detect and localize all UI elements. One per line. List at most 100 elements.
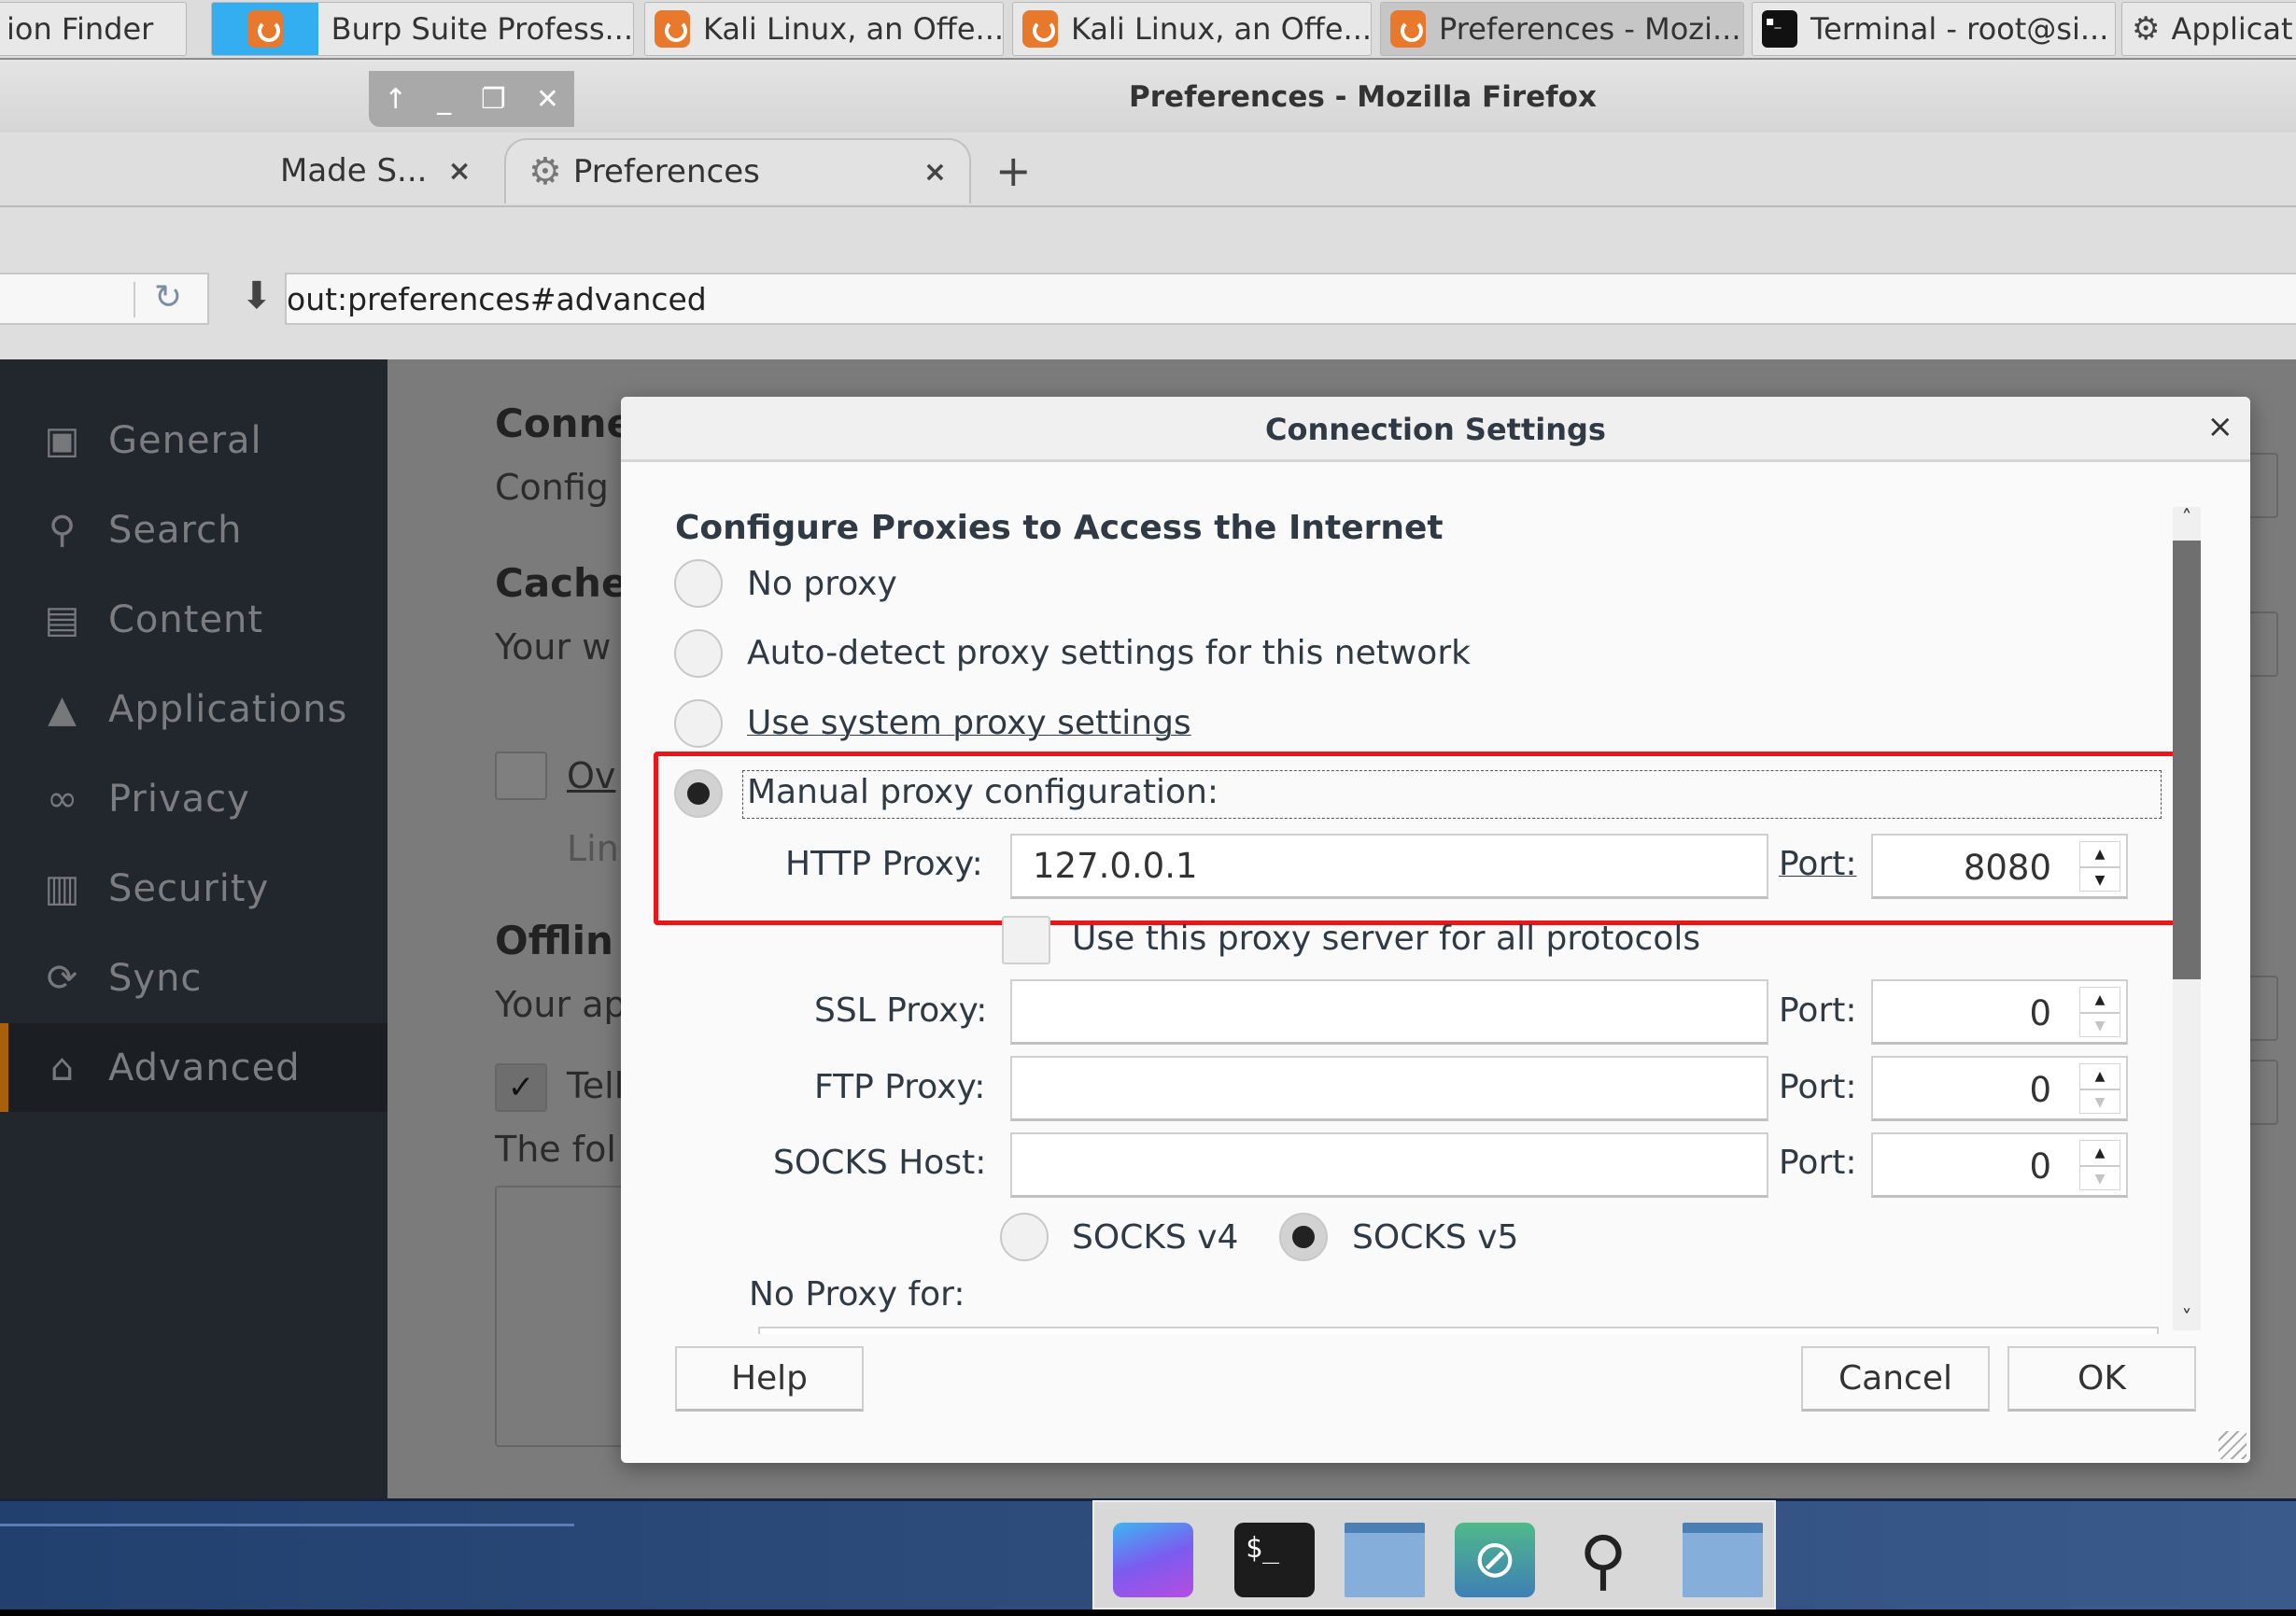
ok-button[interactable]: OK: [2007, 1346, 2196, 1412]
radio-label-auto-detect[interactable]: Auto-detect proxy settings for this netw…: [747, 634, 1471, 672]
general-icon: ▣: [44, 418, 81, 462]
radio-auto-detect[interactable]: [674, 629, 723, 678]
scrollbar-thumb[interactable]: [2173, 541, 2201, 979]
spin-down-icon[interactable]: ▼: [2080, 1089, 2120, 1115]
tab-preferences[interactable]: ⚙ Preferences ×: [504, 138, 971, 204]
ftp-port-spinner[interactable]: ▲ ▼: [2079, 1063, 2120, 1114]
folder-icon[interactable]: [1345, 1523, 1425, 1597]
sidebar-item-privacy[interactable]: ∞ Privacy: [0, 754, 387, 843]
ssl-port-value: 0: [2029, 993, 2051, 1033]
sidebar-item-label: Security: [108, 866, 270, 910]
taskbar-item-kali-2[interactable]: Kali Linux, an Offe...: [1012, 2, 1372, 56]
tab-made[interactable]: Made S... ×: [280, 138, 495, 204]
download-icon[interactable]: ⬇: [241, 274, 273, 317]
firefox-icon: [1390, 10, 1426, 48]
applications-icon: ▲: [48, 687, 77, 731]
dialog-close-icon[interactable]: ×: [2207, 408, 2234, 445]
proxy-heading: Configure Proxies to Access the Internet: [675, 509, 1444, 547]
divider: [134, 282, 135, 317]
scroll-up-icon[interactable]: ˄: [2173, 507, 2201, 530]
use-for-all-checkbox[interactable]: [1002, 916, 1050, 964]
sidebar-item-search[interactable]: ⚲ Search: [0, 485, 387, 574]
search-box[interactable]: ↻: [0, 273, 209, 325]
spin-up-icon[interactable]: ▲: [2080, 1064, 2120, 1089]
taskbar-item-burp[interactable]: Burp Suite Profess...: [211, 2, 634, 56]
cache-text: Your w: [495, 626, 612, 667]
taskbar-item-label: Preferences - Mozi...: [1439, 11, 1741, 47]
search-magnifier-icon[interactable]: ⚲: [1563, 1523, 1643, 1597]
resize-grip[interactable]: [2219, 1431, 2247, 1459]
sidebar-item-sync[interactable]: ⟳ Sync: [0, 934, 387, 1022]
radio-socks-v5[interactable]: [1279, 1213, 1328, 1261]
cache-heading: Cache: [495, 560, 628, 606]
help-button[interactable]: Help: [675, 1346, 864, 1412]
search-icon: ⚲: [48, 508, 77, 552]
url-input[interactable]: out:preferences#advanced: [285, 273, 2296, 325]
limit-label: Lin: [567, 828, 619, 869]
cancel-button[interactable]: Cancel: [1801, 1346, 1990, 1412]
taskbar-item-label: ion Finder: [7, 11, 154, 47]
privacy-mask-icon: ∞: [46, 777, 79, 821]
tell-checkbox[interactable]: ✓: [495, 1063, 547, 1112]
spin-up-icon[interactable]: ▲: [2080, 988, 2120, 1012]
socks-port-label: Port:: [1779, 1144, 1857, 1182]
firefox-icon: [1022, 10, 1058, 48]
tab-close-icon[interactable]: ×: [923, 156, 947, 189]
taskbar-item-finder[interactable]: ion Finder: [0, 2, 187, 56]
sidebar-item-label: Sync: [108, 956, 203, 1000]
sync-icon: ⟳: [46, 956, 79, 1000]
tab-label: Preferences: [572, 153, 760, 190]
ssl-proxy-input[interactable]: [1010, 979, 1768, 1045]
taskbar-item-applications[interactable]: ⚙ Applicat: [2121, 2, 2296, 56]
sidebar-item-label: Content: [108, 597, 264, 641]
ftp-port-label: Port:: [1779, 1068, 1857, 1106]
sidebar-item-advanced[interactable]: ⌂ Advanced: [0, 1023, 387, 1112]
ssl-port-input[interactable]: 0 ▲ ▼: [1871, 979, 2128, 1045]
spin-down-icon[interactable]: ▼: [2080, 1012, 2120, 1038]
spin-down-icon[interactable]: ▼: [2080, 1165, 2120, 1191]
connection-heading: Conne: [495, 400, 633, 446]
override-checkbox[interactable]: [495, 752, 547, 800]
socks-host-input[interactable]: [1010, 1132, 1768, 1198]
ssl-port-spinner[interactable]: ▲ ▼: [2079, 987, 2120, 1037]
dialog-scrollbar[interactable]: ˄ ˅: [2173, 507, 2201, 1330]
scroll-down-icon[interactable]: ˅: [2173, 1307, 2201, 1330]
sidebar-item-applications[interactable]: ▲ Applications: [0, 665, 387, 753]
ok-button-label: OK: [2078, 1359, 2126, 1398]
socks-port-input[interactable]: 0 ▲ ▼: [1871, 1132, 2128, 1198]
spin-up-icon[interactable]: ▲: [2080, 1141, 2120, 1165]
dock: $_ ⊘ ⚲: [1092, 1500, 1776, 1609]
taskbar-item-kali-1[interactable]: Kali Linux, an Offe...: [644, 2, 1004, 56]
radio-system-proxy[interactable]: [674, 699, 723, 748]
socks-port-spinner[interactable]: ▲ ▼: [2079, 1140, 2120, 1190]
sidebar-item-content[interactable]: ▤ Content: [0, 575, 387, 664]
radio-no-proxy[interactable]: [674, 559, 723, 608]
use-for-all-label[interactable]: Use this proxy server for all protocols: [1072, 920, 1700, 958]
socks-v5-label[interactable]: SOCKS v5: [1352, 1218, 1518, 1257]
tab-strip: Made S... × ⚙ Preferences × +: [0, 133, 2296, 207]
sidebar-item-label: Applications: [108, 687, 348, 731]
ftp-port-input[interactable]: 0 ▲ ▼: [1871, 1056, 2128, 1121]
tab-close-icon[interactable]: ×: [447, 155, 471, 188]
terminal-icon[interactable]: $_: [1234, 1523, 1315, 1597]
radio-label-no-proxy[interactable]: No proxy: [747, 565, 897, 603]
tab-label: Made S...: [280, 152, 428, 190]
ftp-proxy-input[interactable]: [1010, 1056, 1768, 1121]
desktop-icon[interactable]: [1113, 1523, 1193, 1597]
socks-v4-label[interactable]: SOCKS v4: [1072, 1218, 1238, 1257]
taskbar-item-label: Kali Linux, an Offe...: [703, 11, 1004, 47]
sidebar-item-general[interactable]: ▣ General: [0, 396, 387, 485]
taskbar-item-terminal[interactable]: ▪_ Terminal - root@si...: [1752, 2, 2116, 56]
socks-port-value: 0: [2029, 1146, 2051, 1187]
reload-icon[interactable]: ↻: [154, 278, 182, 316]
browser-compass-icon[interactable]: ⊘: [1455, 1523, 1535, 1597]
radio-socks-v4[interactable]: [1000, 1213, 1049, 1261]
folder-icon[interactable]: [1683, 1523, 1763, 1597]
preferences-sidebar: ▣ General ⚲ Search ▤ Content ▲ Applications …: [0, 359, 387, 1498]
new-tab-button[interactable]: +: [995, 138, 1032, 204]
advanced-wizard-icon: ⌂: [49, 1046, 76, 1089]
top-taskbar: ion Finder Burp Suite Profess... Kali Li…: [0, 0, 2296, 60]
taskbar-item-preferences[interactable]: Preferences - Mozi...: [1380, 2, 1744, 56]
sidebar-item-security[interactable]: ▥ Security: [0, 844, 387, 933]
radio-label-system-proxy[interactable]: Use system proxy settings: [747, 704, 1191, 742]
